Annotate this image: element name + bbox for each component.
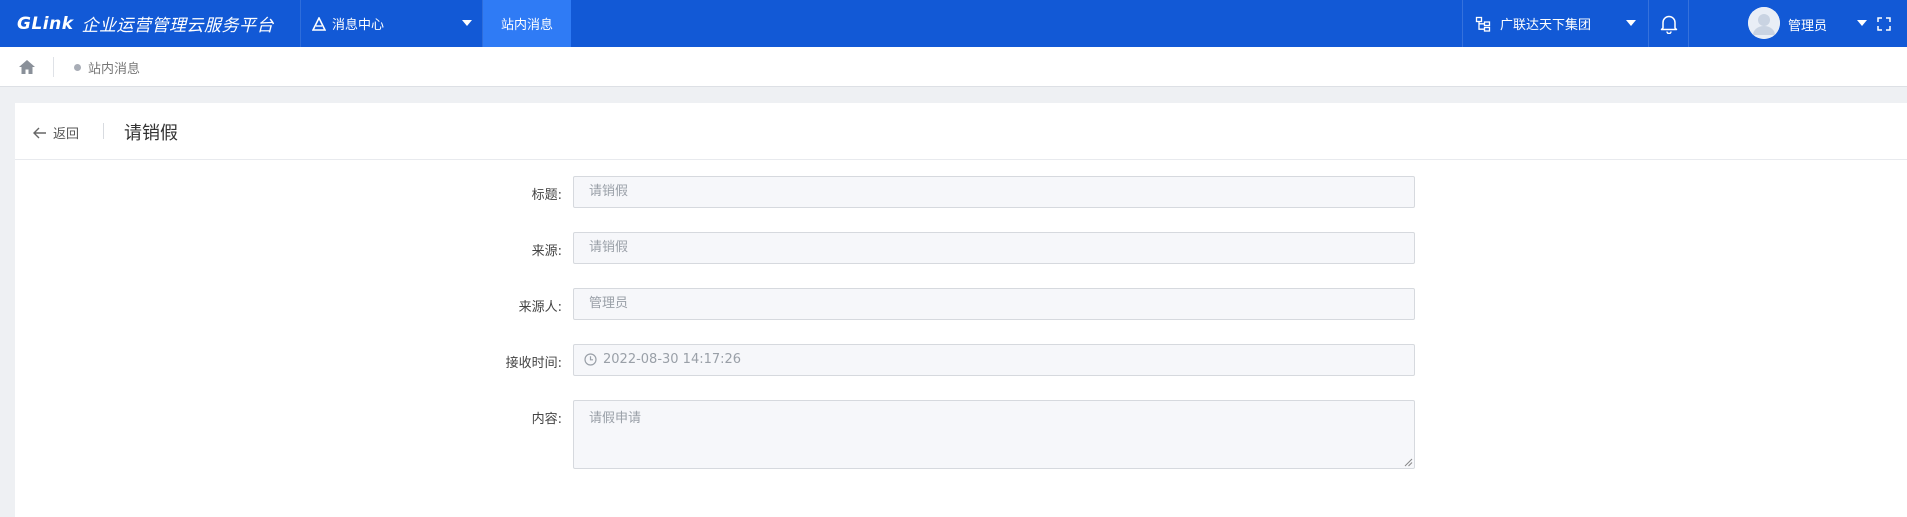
resize-grip-icon[interactable] [1404,458,1413,467]
content-textarea[interactable]: 请假申请 [573,400,1415,469]
breadcrumb-dot [74,64,81,71]
fullscreen-button[interactable] [1877,0,1907,47]
org-tree-icon [1475,16,1491,32]
title-field[interactable]: 请销假 [573,176,1415,208]
organization-name: 广联达天下集团 [1500,18,1592,33]
fullscreen-icon [1877,16,1891,31]
brand[interactable]: GLink 企业运营管理云服务平台 [0,0,301,47]
source-label: 来源: [531,244,562,259]
organization-selector[interactable]: 广联达天下集团 [1462,0,1648,47]
module-icon [312,16,326,31]
user-menu[interactable]: 管理员 [1689,0,1877,47]
page-title: 请销假 [124,123,178,144]
module-selector[interactable]: 消息中心 [301,0,483,47]
detail-card: 返回 请销假 标题: 请销假 来源: 请销假 来源人: 管理员 接收时间: 20… [15,103,1907,517]
module-label: 消息中心 [332,18,385,33]
breadcrumb-item-station-messages[interactable]: 站内消息 [88,58,140,77]
arrow-left-icon [33,127,46,138]
chevron-down-icon [1626,20,1636,26]
back-button[interactable]: 返回 [33,123,79,142]
source-field[interactable]: 请销假 [573,232,1415,264]
chevron-down-icon [1857,20,1867,26]
source-person-label: 来源人: [518,300,562,315]
bell-icon [1660,15,1677,34]
chevron-down-icon [462,20,472,26]
user-avatar-icon [1748,7,1780,39]
notification-button[interactable] [1648,0,1689,47]
clock-icon [584,353,597,366]
content-label: 内容: [531,412,562,427]
breadcrumb: 站内消息 [0,47,1907,87]
top-header: GLink 企业运营管理云服务平台 消息中心 站内消息 广联达天下集团 管理员 [0,0,1907,47]
title-label: 标题: [531,188,562,203]
avatar [1748,7,1780,39]
card-header: 返回 请销假 [15,103,1907,160]
breadcrumb-divider [53,57,54,77]
home-icon[interactable] [18,58,36,76]
back-label: 返回 [53,127,80,142]
header-spacer [571,0,1462,47]
user-name: 管理员 [1788,19,1828,34]
brand-logo: GLink [17,13,74,34]
receive-time-label: 接收时间: [505,356,562,371]
platform-name: 企业运营管理云服务平台 [81,16,275,36]
receive-time-field[interactable]: 2022-08-30 14:17:26 [573,344,1415,376]
tab-station-messages[interactable]: 站内消息 [483,0,571,47]
header-divider [103,123,104,139]
source-person-field[interactable]: 管理员 [573,288,1415,320]
receive-time-value: 2022-08-30 14:17:26 [603,352,742,367]
